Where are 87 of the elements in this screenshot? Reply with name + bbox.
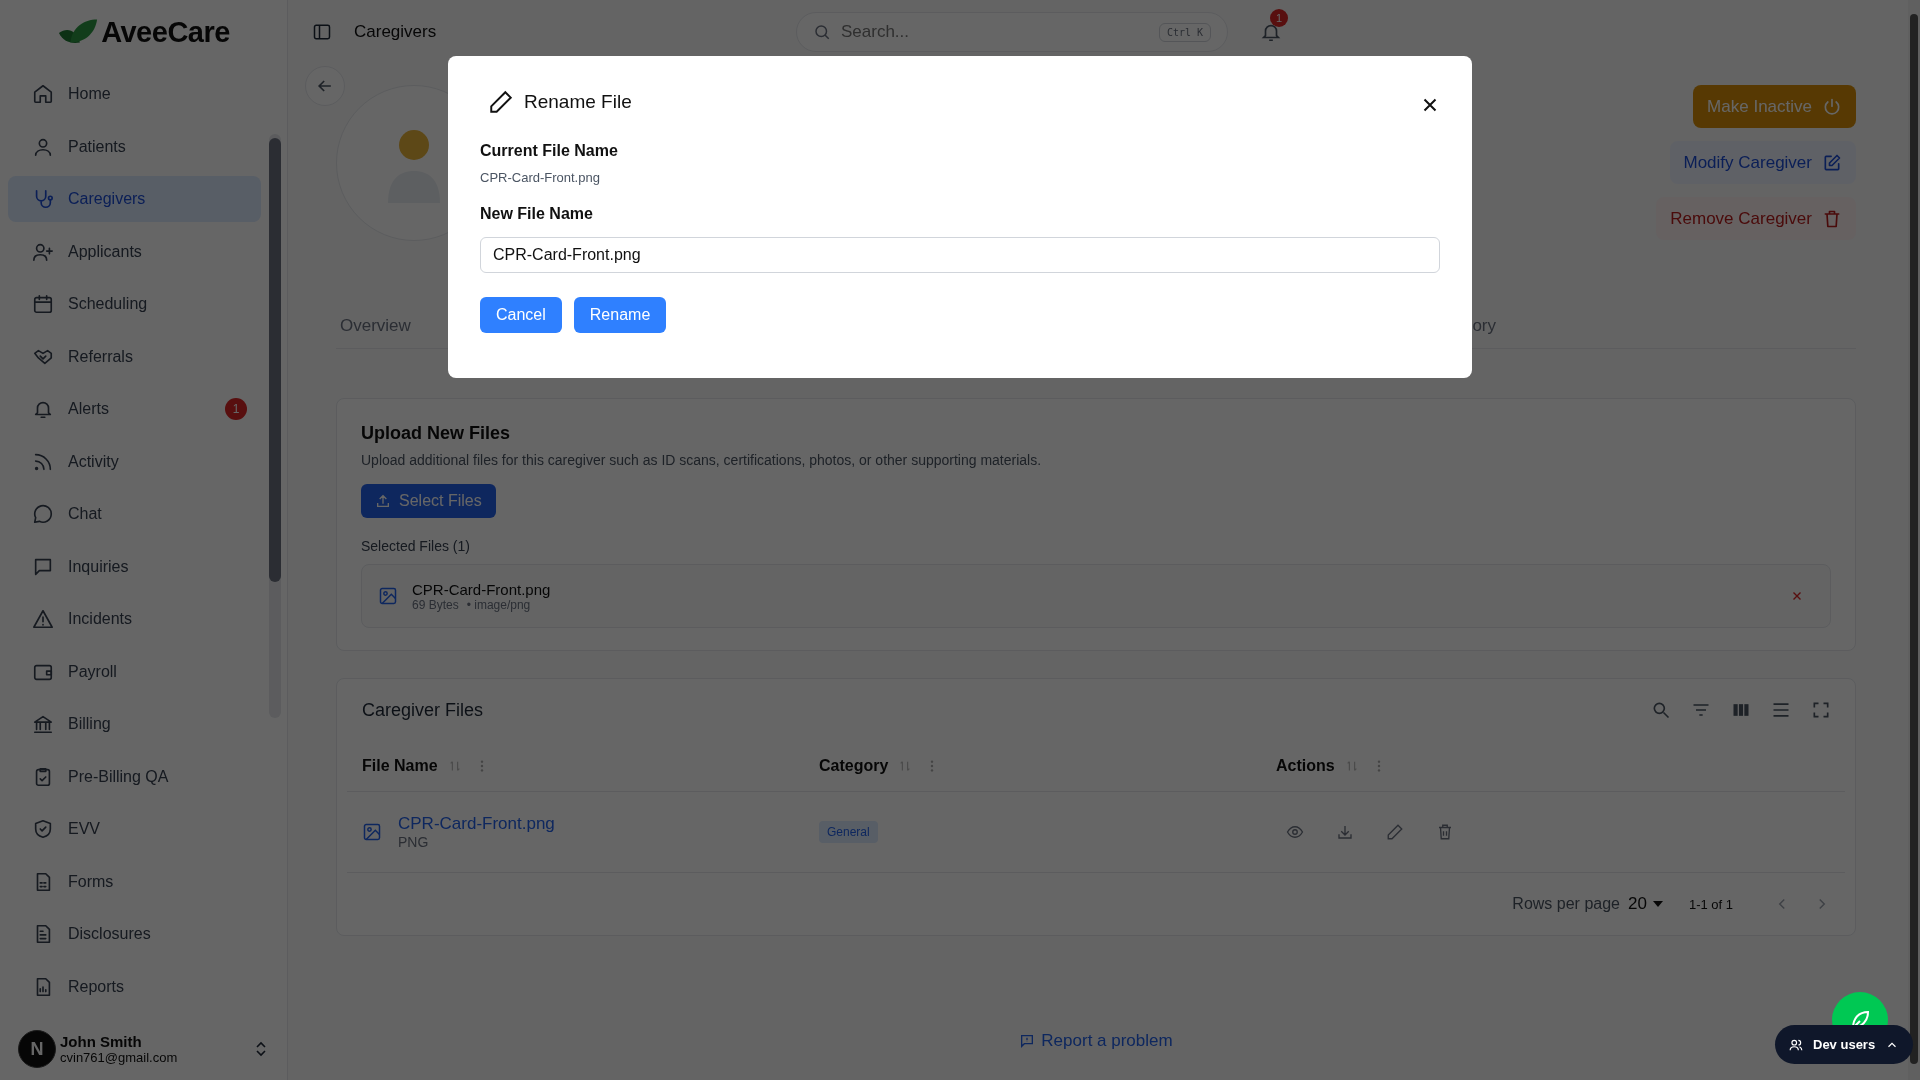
nav-icon: [32, 293, 54, 315]
field-label: Current File Name: [480, 142, 618, 160]
app-logo: AveeCare: [101, 15, 230, 49]
caret-icon: [1652, 901, 1663, 907]
column-menu-icon[interactable]: [930, 759, 935, 773]
nav-icon: [32, 713, 54, 735]
shortcut-hint: Ctrl K: [1158, 22, 1211, 42]
column-menu-icon[interactable]: [1376, 759, 1381, 773]
sidebar-item[interactable]: Incidents: [8, 596, 261, 642]
pencil-icon: [488, 89, 514, 115]
sidebar-item[interactable]: Home: [8, 71, 261, 117]
count-badge: 1: [225, 398, 247, 420]
search-icon[interactable]: [1651, 700, 1671, 720]
page-range: 1-1 of 1: [1688, 896, 1733, 912]
rows-per-page-label: Rows per page: [1512, 895, 1620, 913]
tab[interactable]: ory: [1472, 315, 1496, 336]
sidebar-item[interactable]: Disclosures: [8, 911, 261, 957]
tab[interactable]: Overview: [340, 315, 411, 336]
sidebar-item[interactable]: Chat: [8, 491, 261, 537]
sidebar-item[interactable]: Patients: [8, 123, 261, 170]
file-type: PNG: [398, 834, 430, 850]
users-icon: [1789, 1037, 1803, 1052]
density-icon[interactable]: [1771, 700, 1791, 720]
notification-badge: 1: [1270, 9, 1288, 27]
column-header[interactable]: Category: [819, 757, 889, 775]
action-button[interactable]: Make Inactive: [1693, 85, 1856, 128]
file-type: • image/png: [466, 597, 531, 612]
sidebar-item[interactable]: Pre-Billing QA: [8, 753, 261, 800]
sidebar-toggle-icon[interactable]: [312, 22, 332, 42]
category-tag: General: [819, 821, 878, 843]
page-title: Caregivers: [354, 22, 438, 42]
report-link[interactable]: Report a problem: [1019, 1031, 1173, 1051]
sidebar-item[interactable]: Inquiries: [8, 543, 261, 590]
file-name: CPR-Card-Front.png: [412, 580, 552, 598]
sidebar-item[interactable]: Caregivers: [8, 176, 261, 222]
dev-users-button[interactable]: Dev users: [1775, 1025, 1914, 1064]
sidebar-item[interactable]: Payroll: [8, 648, 261, 695]
sidebar-item[interactable]: Activity: [8, 438, 261, 485]
fullscreen-icon[interactable]: [1811, 700, 1831, 720]
column-menu-icon[interactable]: [479, 759, 484, 773]
sidebar-item[interactable]: Billing: [8, 701, 261, 747]
rows-per-page-select[interactable]: 20: [1628, 894, 1663, 914]
sidebar-item[interactable]: EVV: [8, 806, 261, 852]
section-title: Upload New Files: [361, 423, 511, 444]
user-email: cvin761@gmail.com: [60, 1050, 179, 1065]
power-icon: [1822, 96, 1842, 117]
nav-icon: [32, 503, 54, 525]
trash-icon[interactable]: [1436, 823, 1454, 841]
user-name: John Smith: [60, 1033, 143, 1050]
download-icon[interactable]: [1336, 823, 1354, 841]
trash-icon: [1822, 208, 1842, 229]
select-files-button[interactable]: Select Files: [361, 484, 496, 518]
sidebar-item[interactable]: Forms: [8, 858, 261, 905]
section-title: Caregiver Files: [362, 699, 484, 721]
selected-files-label: Selected Files (1): [361, 538, 470, 554]
message-alert-icon: [1019, 1033, 1036, 1049]
dialog-button[interactable]: Cancel: [480, 297, 562, 333]
pencil-icon[interactable]: [1386, 823, 1404, 841]
image-icon: [362, 822, 382, 842]
section-description: Upload additional files for this caregiver such as ID scans, certifications, photos, or other supporting materials.: [361, 452, 1042, 468]
sidebar-item[interactable]: Scheduling: [8, 281, 261, 327]
current-file-name: CPR-Card-Front.png: [480, 170, 600, 185]
column-header[interactable]: Actions: [1276, 757, 1335, 775]
field-label: New File Name: [480, 205, 593, 223]
chevron-up-down-icon[interactable]: [255, 1040, 267, 1058]
sidebar-item[interactable]: Referrals: [8, 333, 261, 380]
dialog-button[interactable]: Rename: [573, 297, 667, 333]
file-link[interactable]: CPR-Card-Front.png: [398, 814, 819, 834]
sidebar-item[interactable]: Applicants: [8, 228, 261, 275]
input-field[interactable]: CPR-Card-Front.png: [480, 237, 1440, 273]
nav-icon: [32, 83, 54, 105]
file-size: 69 Bytes: [412, 597, 459, 612]
image-icon: [378, 586, 398, 606]
sidebar-item[interactable]: Alerts 1: [8, 386, 261, 432]
scrollbar[interactable]: [269, 134, 281, 718]
column-header[interactable]: File Name: [362, 757, 438, 775]
nav-icon: [32, 608, 54, 630]
sidebar-item[interactable]: Reports: [8, 963, 261, 1010]
scrollbar[interactable]: [1908, 0, 1920, 1080]
user-avatar: N: [18, 1030, 56, 1068]
upload-icon: [375, 493, 391, 509]
search-icon: [813, 23, 831, 41]
action-button[interactable]: Modify Caregiver: [1669, 141, 1856, 184]
edit-icon: [1822, 152, 1842, 173]
nav-icon: [32, 818, 54, 840]
dialog-title: Rename File: [524, 91, 633, 113]
view-icon[interactable]: [1286, 823, 1304, 841]
